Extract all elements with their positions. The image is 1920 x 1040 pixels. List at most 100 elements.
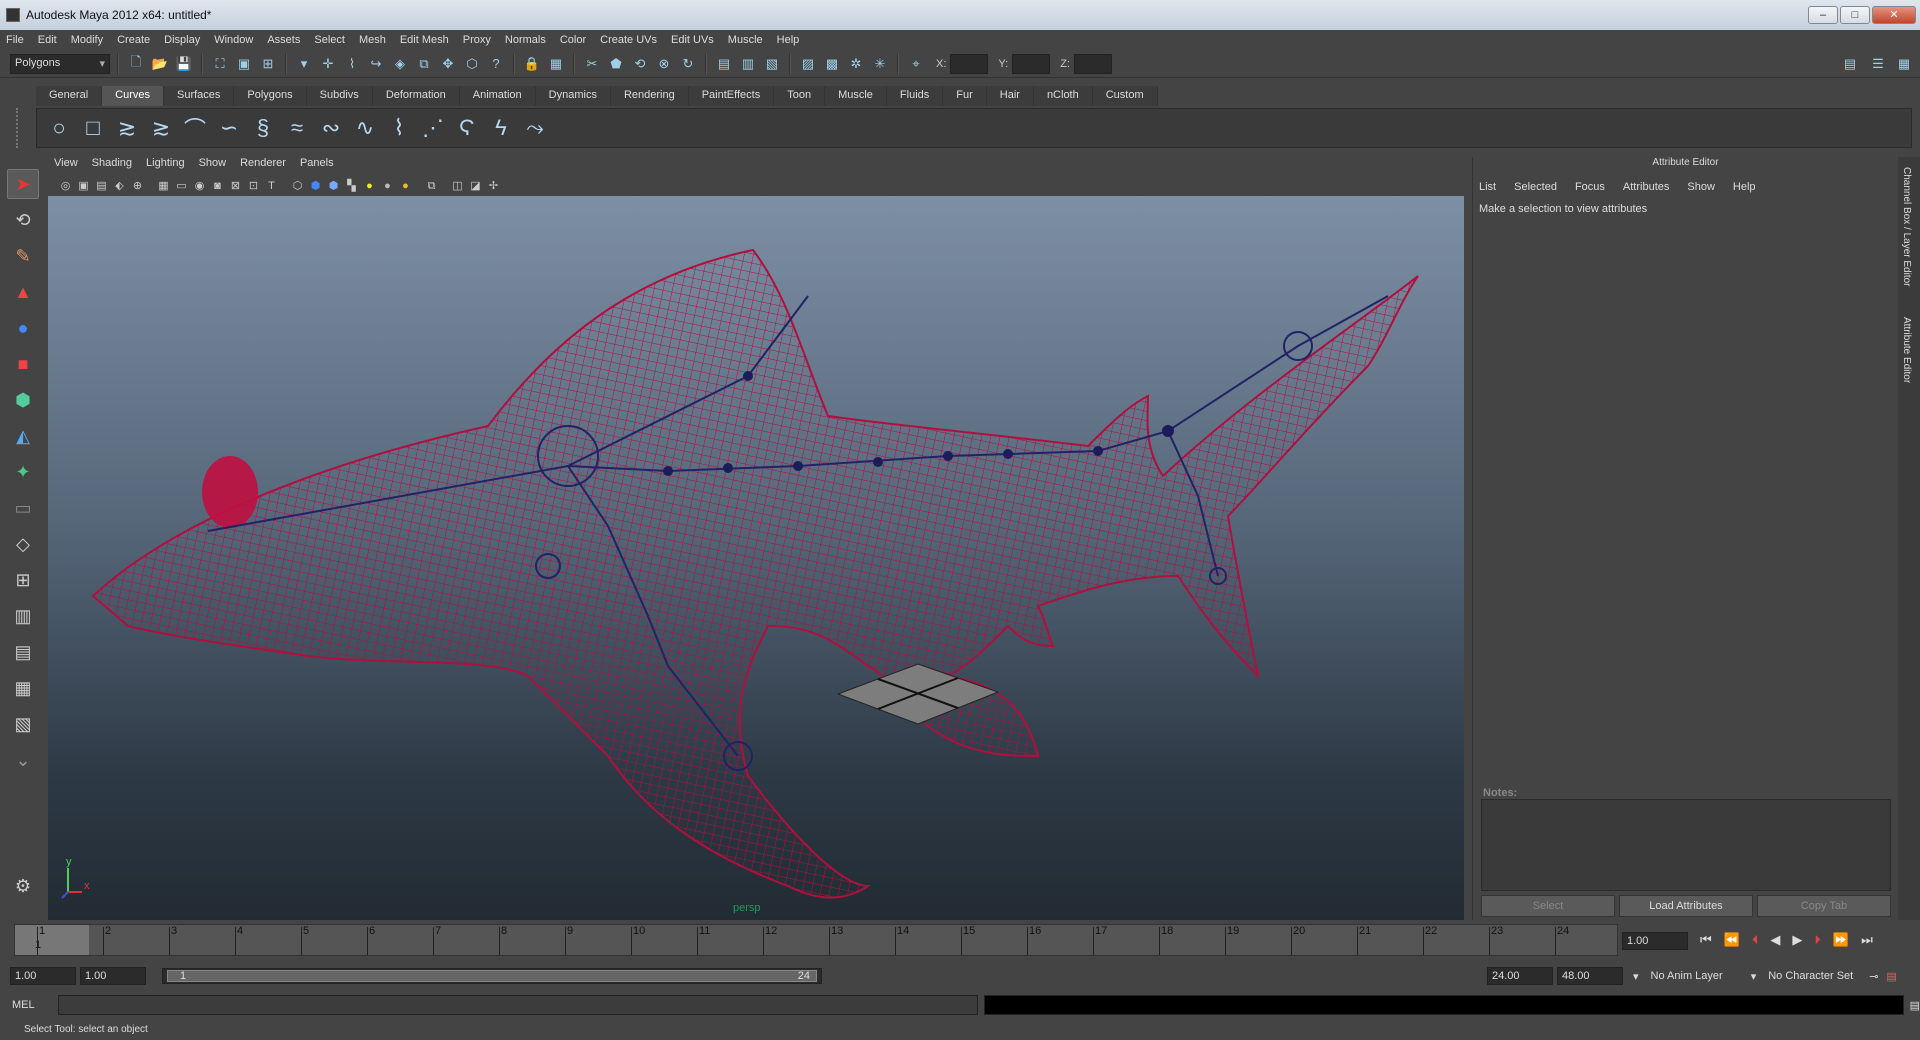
soft-mod-icon[interactable]: ◭ bbox=[7, 421, 39, 451]
menu-display[interactable]: Display bbox=[164, 34, 200, 46]
2d-pan-zoom-icon[interactable]: ⊕ bbox=[130, 179, 145, 194]
xray-active-icon[interactable]: ✢ bbox=[486, 179, 501, 194]
panel-menu-view[interactable]: View bbox=[54, 157, 78, 175]
step-forward-frame-icon[interactable]: ⏵ bbox=[1814, 932, 1821, 948]
snap-point-icon[interactable]: ↪ bbox=[366, 54, 386, 74]
script-editor-icon[interactable]: ▤ bbox=[1910, 999, 1920, 1012]
mel-command-input[interactable] bbox=[57, 995, 978, 1015]
menu-normals[interactable]: Normals bbox=[505, 34, 546, 46]
wireframe-icon[interactable]: ⬡ bbox=[290, 179, 305, 194]
shelf-tab-painteffects[interactable]: PaintEffects bbox=[688, 86, 775, 106]
menu-window[interactable]: Window bbox=[214, 34, 253, 46]
rebuild-curve-icon[interactable]: ⋰ bbox=[419, 114, 447, 142]
menu-modify[interactable]: Modify bbox=[71, 34, 103, 46]
snap-grid-icon[interactable]: ✛ bbox=[318, 54, 338, 74]
channel-box-tab[interactable]: Channel Box / Layer Editor bbox=[1901, 167, 1912, 287]
lasso-tool-icon[interactable]: ⟲ bbox=[7, 205, 39, 235]
save-scene-icon[interactable]: 💾 bbox=[174, 54, 194, 74]
bookmarks-icon[interactable]: ▤ bbox=[94, 179, 109, 194]
xray-joints-icon[interactable]: ◪ bbox=[468, 179, 483, 194]
menuset-dropdown[interactable]: Polygons bbox=[10, 53, 110, 74]
cv-curve-icon[interactable]: ≳ bbox=[113, 114, 141, 142]
snap-live-icon[interactable]: ⧉ bbox=[414, 54, 434, 74]
shelf-tab-ncloth[interactable]: nCloth bbox=[1033, 86, 1093, 106]
attr-menu-list[interactable]: List bbox=[1479, 181, 1496, 193]
auto-key-icon[interactable]: ⊸ bbox=[1869, 970, 1878, 983]
shelf-tab-animation[interactable]: Animation bbox=[459, 86, 536, 106]
go-to-end-icon[interactable]: ⏭ bbox=[1861, 932, 1873, 948]
attr-menu-show[interactable]: Show bbox=[1687, 181, 1715, 193]
ipr-tune-icon[interactable]: ✲ bbox=[846, 54, 866, 74]
history-lock-icon[interactable]: 🔒 bbox=[522, 54, 542, 74]
menu-file[interactable]: File bbox=[6, 34, 24, 46]
menu-edit-uvs[interactable]: Edit UVs bbox=[671, 34, 714, 46]
camera-attributes-icon[interactable]: ▣ bbox=[76, 179, 91, 194]
attribute-editor-tab[interactable]: Attribute Editor bbox=[1901, 317, 1912, 383]
menu-select[interactable]: Select bbox=[314, 34, 345, 46]
snapshot-icon[interactable]: ▧ bbox=[762, 54, 782, 74]
shelf-tab-toon[interactable]: Toon bbox=[774, 86, 826, 106]
play-forward-icon[interactable]: ▶ bbox=[1792, 932, 1802, 948]
menu-mesh[interactable]: Mesh bbox=[359, 34, 386, 46]
new-scene-icon[interactable]: 🗋 bbox=[126, 54, 146, 74]
select-component-icon[interactable]: ⊞ bbox=[258, 54, 278, 74]
extend-curve-icon[interactable]: ∿ bbox=[351, 114, 379, 142]
load-attributes-button[interactable]: Load Attributes bbox=[1619, 895, 1753, 917]
insert-knot-icon[interactable]: ∾ bbox=[317, 114, 345, 142]
play-backward-icon[interactable]: ◀ bbox=[1770, 932, 1780, 948]
shelf-tab-custom[interactable]: Custom bbox=[1092, 86, 1158, 106]
shelf-grip-handle[interactable] bbox=[16, 108, 30, 148]
field-chart-icon[interactable]: ⊠ bbox=[228, 179, 243, 194]
menu-edit[interactable]: Edit bbox=[38, 34, 57, 46]
shadows-icon[interactable]: ● bbox=[380, 179, 395, 194]
outliner-layout-icon[interactable]: ▧ bbox=[7, 709, 39, 739]
menu-assets[interactable]: Assets bbox=[267, 34, 300, 46]
notes-field[interactable] bbox=[1481, 799, 1891, 891]
y-input[interactable] bbox=[1012, 53, 1051, 74]
select-object-icon[interactable]: ▣ bbox=[234, 54, 254, 74]
shelf-tab-subdivs[interactable]: Subdivs bbox=[306, 86, 373, 106]
project-tangent-icon[interactable]: ⤳ bbox=[521, 114, 549, 142]
menu-help[interactable]: Help bbox=[777, 34, 800, 46]
nurbs-circle-icon[interactable]: ○ bbox=[45, 114, 73, 142]
playback-start-field[interactable]: 1.00 bbox=[80, 967, 146, 985]
shelf-tab-fur[interactable]: Fur bbox=[943, 86, 987, 106]
offset-curve-icon[interactable]: ⌇ bbox=[385, 114, 413, 142]
menu-muscle[interactable]: Muscle bbox=[728, 34, 763, 46]
shelf-tab-fluids[interactable]: Fluids bbox=[886, 86, 944, 106]
current-time-field[interactable]: 1.00 bbox=[1622, 932, 1688, 950]
step-back-frame-icon[interactable]: ⏴ bbox=[1752, 932, 1759, 948]
arc-tool-icon[interactable]: ∽ bbox=[215, 114, 243, 142]
close-button[interactable]: ✕ bbox=[1872, 6, 1916, 24]
persp-outliner-layout-icon[interactable]: ▥ bbox=[7, 601, 39, 631]
attach-curves-icon[interactable]: § bbox=[249, 114, 277, 142]
hypershade-icon[interactable]: ↻ bbox=[678, 54, 698, 74]
maximize-button[interactable]: □ bbox=[1840, 6, 1870, 24]
paint-select-icon[interactable]: ✎ bbox=[7, 241, 39, 271]
manipulator-tool-icon[interactable]: ⬢ bbox=[7, 385, 39, 415]
last-tool-icon[interactable]: ▭ bbox=[7, 493, 39, 523]
attr-menu-attributes[interactable]: Attributes bbox=[1623, 181, 1669, 193]
rotate-tool-icon[interactable]: ● bbox=[7, 313, 39, 343]
attr-menu-focus[interactable]: Focus bbox=[1575, 181, 1605, 193]
shelf-tab-hair[interactable]: Hair bbox=[986, 86, 1034, 106]
safe-action-icon[interactable]: ⊡ bbox=[246, 179, 261, 194]
go-to-start-icon[interactable]: ⏮ bbox=[1700, 932, 1712, 948]
range-slider[interactable]: 1 24 bbox=[162, 968, 822, 984]
render-globals-icon[interactable]: ✳ bbox=[870, 54, 890, 74]
snap-view-plane-icon[interactable]: ◈ bbox=[390, 54, 410, 74]
help-icon[interactable]: ? bbox=[486, 54, 506, 74]
anim-layer-label[interactable]: No Anim Layer bbox=[1651, 970, 1723, 982]
copy-tab-button[interactable]: Copy Tab bbox=[1757, 895, 1891, 917]
isolate-select-icon[interactable]: ⧉ bbox=[424, 179, 439, 194]
quick-layout-icon[interactable]: ⚙ bbox=[7, 871, 39, 901]
select-hierarchy-icon[interactable]: ⛶ bbox=[210, 54, 230, 74]
shelf-tab-curves[interactable]: Curves bbox=[102, 86, 164, 106]
render-frame-icon[interactable]: ⬟ bbox=[606, 54, 626, 74]
range-slider-handle[interactable]: 1 24 bbox=[167, 970, 817, 982]
render-view-icon[interactable]: ▤ bbox=[714, 54, 734, 74]
smooth-shade-icon[interactable]: ⬢ bbox=[308, 179, 323, 194]
anim-prefs-icon[interactable]: ▤ bbox=[1886, 970, 1896, 983]
single-perspective-layout-icon[interactable]: ◇ bbox=[7, 529, 39, 559]
render-region-icon[interactable]: ▥ bbox=[738, 54, 758, 74]
